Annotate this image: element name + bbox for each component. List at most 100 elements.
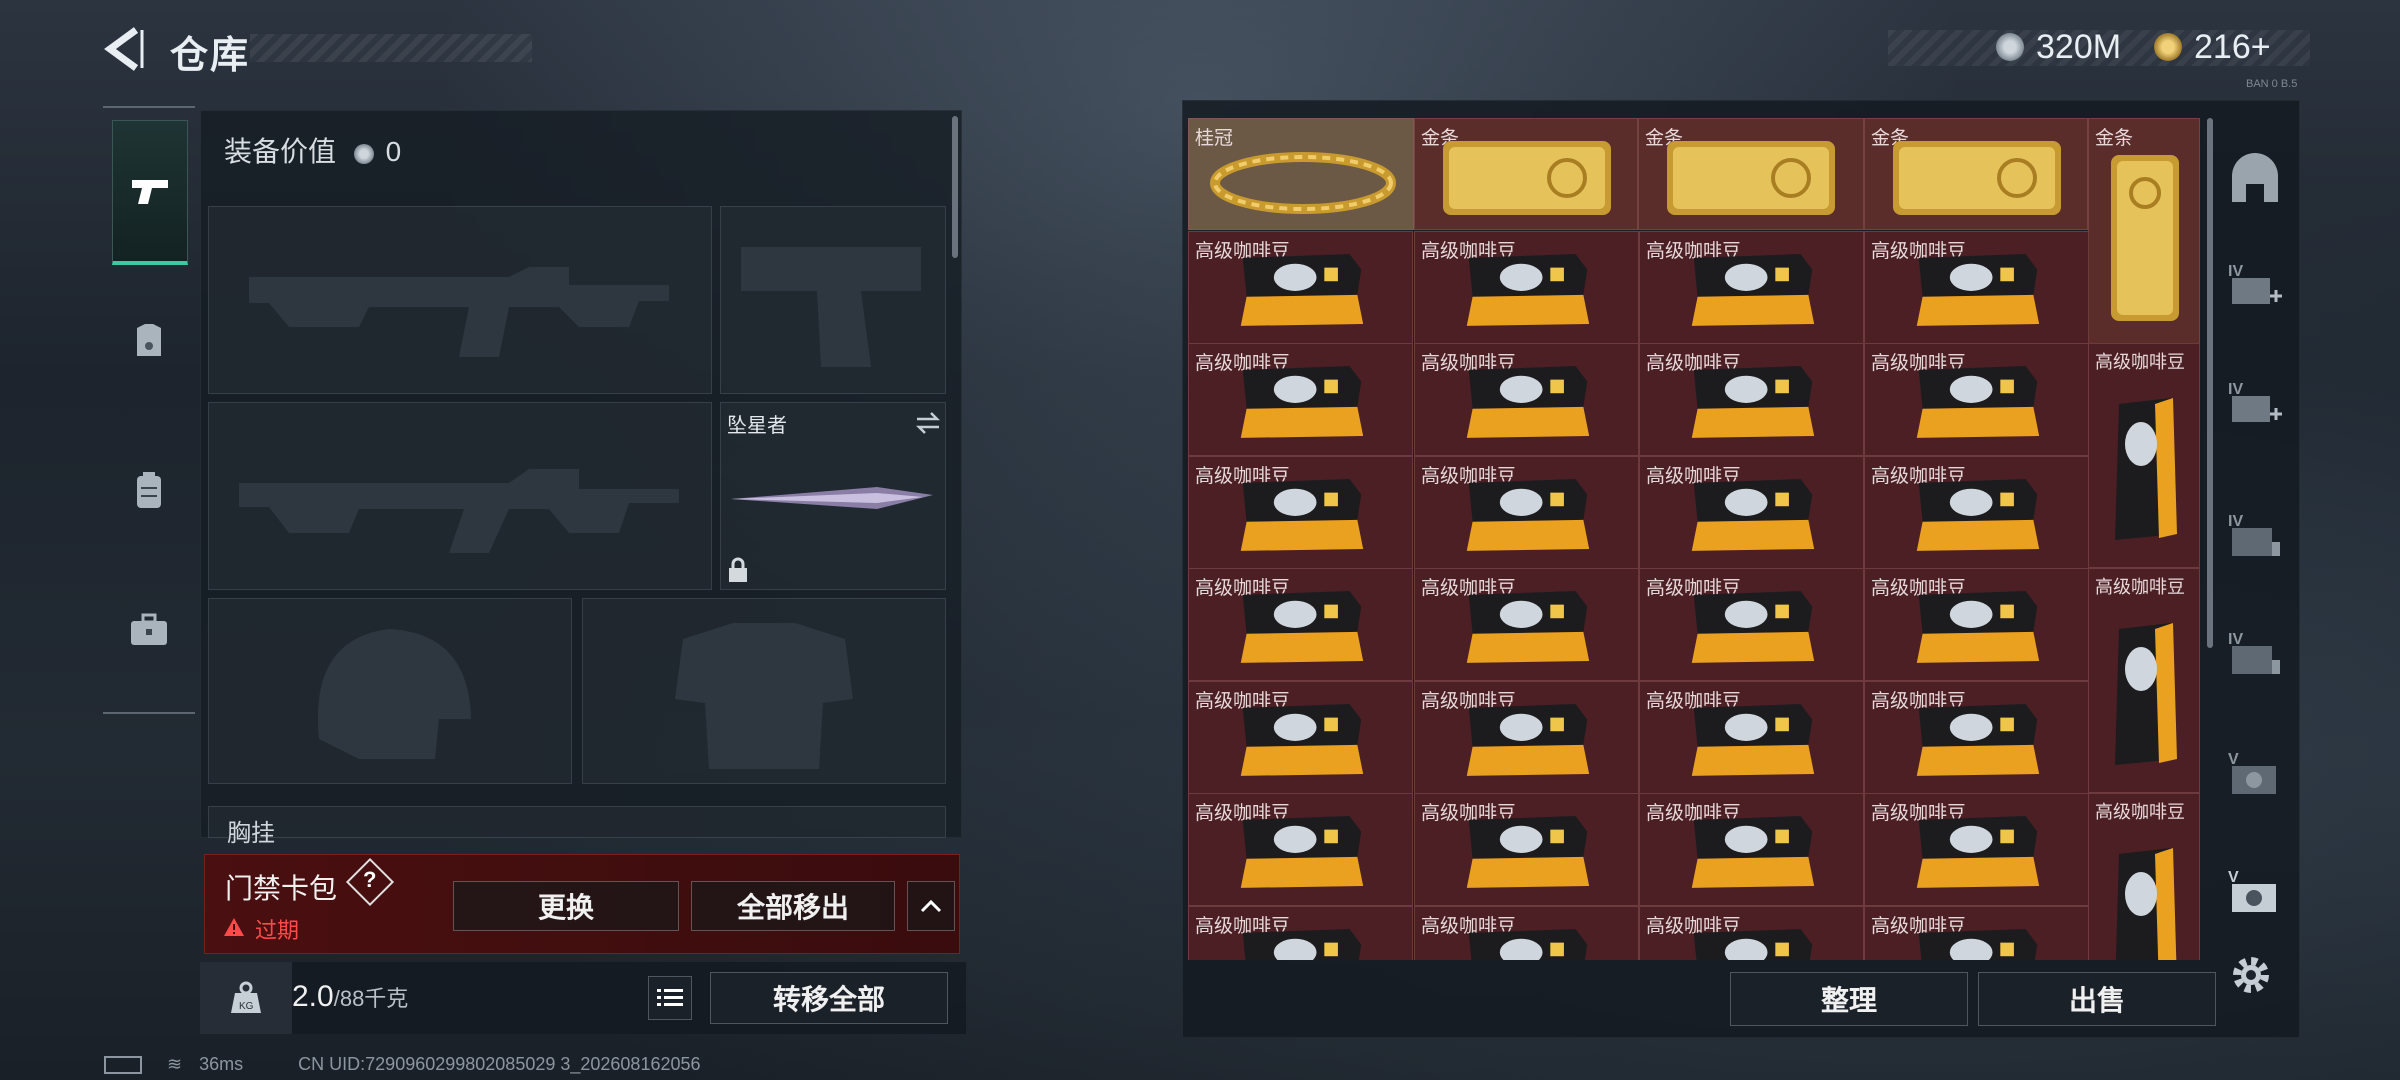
item-coffee-beans-tall[interactable]: 高级咖啡豆 bbox=[2088, 793, 2200, 960]
replace-button[interactable]: 更换 bbox=[453, 881, 679, 931]
page-title: 仓库 bbox=[170, 35, 251, 77]
equipment-scrollbar[interactable] bbox=[952, 116, 958, 258]
swap-icon[interactable] bbox=[915, 411, 941, 435]
item-coffee-beans[interactable]: 高级咖啡豆 bbox=[1639, 568, 1864, 681]
item-coffee-beans[interactable]: 高级咖啡豆 bbox=[1864, 568, 2089, 681]
storage-tier-v-2-icon[interactable]: V bbox=[2226, 864, 2284, 922]
list-view-button[interactable] bbox=[648, 976, 692, 1020]
coffee-bag-icon bbox=[1916, 479, 2040, 551]
back-button[interactable] bbox=[100, 24, 150, 74]
item-coffee-beans[interactable]: 高级咖啡豆 bbox=[1864, 681, 2089, 794]
item-coffee-beans[interactable]: 高级咖啡豆 bbox=[1414, 231, 1639, 344]
coffee-bag-icon bbox=[1240, 704, 1364, 776]
item-crown[interactable]: 桂冠 bbox=[1188, 118, 1414, 230]
weight-current: 2.0 bbox=[292, 980, 334, 1013]
item-coffee-beans[interactable]: 高级咖啡豆 bbox=[1639, 456, 1864, 569]
premium-currency-amount[interactable]: 216+ bbox=[2194, 28, 2271, 67]
item-coffee-beans[interactable]: 高级咖啡豆 bbox=[1414, 568, 1639, 681]
warning-icon bbox=[224, 918, 244, 936]
item-coffee-beans[interactable]: 高级咖啡豆 bbox=[1414, 793, 1639, 906]
item-coffee-beans[interactable]: 高级咖啡豆 bbox=[1414, 343, 1639, 456]
storage-camera-icon: V bbox=[2228, 869, 2276, 912]
item-coffee-beans[interactable]: 高级咖啡豆 bbox=[1188, 456, 1413, 569]
item-coffee-beans-tall[interactable]: 高级咖啡豆 bbox=[2088, 568, 2200, 793]
expand-storage-iv-icon[interactable]: IV bbox=[2226, 258, 2284, 316]
expand-storage-iv-2-icon[interactable]: IV bbox=[2226, 376, 2284, 434]
coffee-bag-icon bbox=[1916, 254, 2040, 326]
nav-armor-tab[interactable] bbox=[112, 270, 186, 410]
knife-icon bbox=[731, 487, 933, 509]
item-coffee-beans[interactable]: 高级咖啡豆 bbox=[1639, 343, 1864, 456]
nav-backpack-tab[interactable] bbox=[112, 420, 186, 560]
settings-button[interactable] bbox=[2226, 950, 2284, 1008]
transfer-all-button[interactable]: 转移全部 bbox=[710, 972, 948, 1024]
storage-tier-v-icon[interactable]: V bbox=[2226, 746, 2284, 804]
secondary-rifle-slot[interactable] bbox=[208, 402, 712, 590]
item-coffee-beans[interactable]: 高级咖啡豆 bbox=[1188, 231, 1413, 344]
collapse-button[interactable] bbox=[907, 881, 955, 931]
storage-plus-icon: IV bbox=[2228, 263, 2282, 304]
item-coffee-beans[interactable]: 高级咖啡豆 bbox=[1864, 906, 2089, 960]
svg-text:KG: KG bbox=[239, 1001, 254, 1012]
back-arrow-icon bbox=[104, 27, 144, 71]
primary-weapon-slot[interactable] bbox=[208, 206, 712, 394]
item-coffee-beans[interactable]: 高级咖啡豆 bbox=[1864, 456, 2089, 569]
item-coffee-beans-tall[interactable]: 高级咖啡豆 bbox=[2088, 343, 2200, 568]
helmet-slot[interactable] bbox=[208, 598, 572, 784]
uid-text: CN UID:7290960299802085029 3_20260816205… bbox=[298, 1054, 701, 1074]
item-coffee-beans[interactable]: 高级咖啡豆 bbox=[1188, 793, 1413, 906]
storage-scrollbar[interactable] bbox=[2207, 118, 2213, 648]
item-coffee-beans[interactable]: 高级咖啡豆 bbox=[1864, 793, 2089, 906]
equipment-value: 装备价值 0 bbox=[224, 130, 401, 170]
weight-readout: 2.0/88千克 bbox=[292, 980, 408, 1014]
coffee-bag-icon bbox=[1242, 929, 1362, 960]
access-card-row: 门禁卡包 ? 过期 更换 全部移出 bbox=[204, 854, 960, 954]
secondary-weapon-slot[interactable] bbox=[720, 206, 946, 394]
coffee-bag-icon bbox=[1916, 704, 2040, 776]
storage-tier-iv-icon[interactable]: IV bbox=[2226, 508, 2284, 566]
item-coffee-beans[interactable]: 高级咖啡豆 bbox=[1639, 793, 1864, 906]
item-coffee-beans[interactable]: 高级咖啡豆 bbox=[1639, 906, 1864, 960]
version-text: BAN 0 B.5 bbox=[2246, 78, 2298, 90]
gold-bar-icon bbox=[1893, 141, 2061, 215]
item-coffee-beans[interactable]: 高级咖啡豆 bbox=[1188, 681, 1413, 794]
storage-tier-iv-2-icon[interactable]: IV bbox=[2226, 626, 2284, 684]
storage-home-icon[interactable] bbox=[2226, 150, 2284, 208]
item-coffee-beans[interactable]: 高级咖啡豆 bbox=[1864, 231, 2089, 344]
item-coffee-beans[interactable]: 高级咖啡豆 bbox=[1188, 906, 1413, 960]
remove-all-button[interactable]: 全部移出 bbox=[691, 881, 895, 931]
coffee-bag-icon bbox=[1691, 591, 1815, 663]
item-coffee-beans[interactable]: 高级咖啡豆 bbox=[1414, 906, 1639, 960]
gold-bar-icon bbox=[1667, 141, 1835, 215]
weight-icon-box: KG bbox=[200, 962, 292, 1034]
item-coffee-beans[interactable]: 高级咖啡豆 bbox=[1188, 568, 1413, 681]
item-gold-bar[interactable]: 金条 bbox=[1864, 118, 2088, 230]
armor-slot[interactable] bbox=[582, 598, 946, 784]
item-coffee-beans[interactable]: 高级咖啡豆 bbox=[1414, 456, 1639, 569]
item-coffee-beans[interactable]: 高级咖啡豆 bbox=[1639, 681, 1864, 794]
item-coffee-beans[interactable]: 高级咖啡豆 bbox=[1864, 343, 2089, 456]
sell-button[interactable]: 出售 bbox=[1978, 972, 2216, 1026]
sort-button[interactable]: 整理 bbox=[1730, 972, 1968, 1026]
equipment-value-label: 装备价值 bbox=[224, 136, 337, 167]
armor-silhouette-icon bbox=[675, 623, 853, 769]
coffee-bag-icon bbox=[1916, 591, 2040, 663]
coffee-bag-icon bbox=[1240, 479, 1364, 551]
currency-amount: 320M bbox=[2036, 28, 2122, 66]
arch-icon bbox=[2232, 153, 2278, 202]
item-coffee-beans[interactable]: 高级咖啡豆 bbox=[1188, 343, 1413, 456]
melee-slot[interactable]: 坠星者 bbox=[720, 402, 946, 590]
nav-weapons-tab[interactable] bbox=[112, 120, 188, 265]
coffee-bag-icon bbox=[1466, 254, 1590, 326]
item-gold-bar-vertical[interactable]: 金条 bbox=[2088, 118, 2200, 344]
weight-max: /88千克 bbox=[333, 986, 409, 1011]
item-gold-bar[interactable]: 金条 bbox=[1638, 118, 1864, 230]
item-coffee-beans[interactable]: 高级咖啡豆 bbox=[1639, 231, 1864, 344]
svg-text:IV: IV bbox=[2228, 513, 2243, 530]
item-gold-bar[interactable]: 金条 bbox=[1414, 118, 1638, 230]
lock-icon bbox=[729, 557, 747, 582]
coffee-bag-tall-icon bbox=[2115, 398, 2177, 540]
nav-case-tab[interactable] bbox=[112, 560, 186, 700]
item-coffee-beans[interactable]: 高级咖啡豆 bbox=[1414, 681, 1639, 794]
chest-rig-slot[interactable]: 胸挂 bbox=[208, 806, 946, 847]
